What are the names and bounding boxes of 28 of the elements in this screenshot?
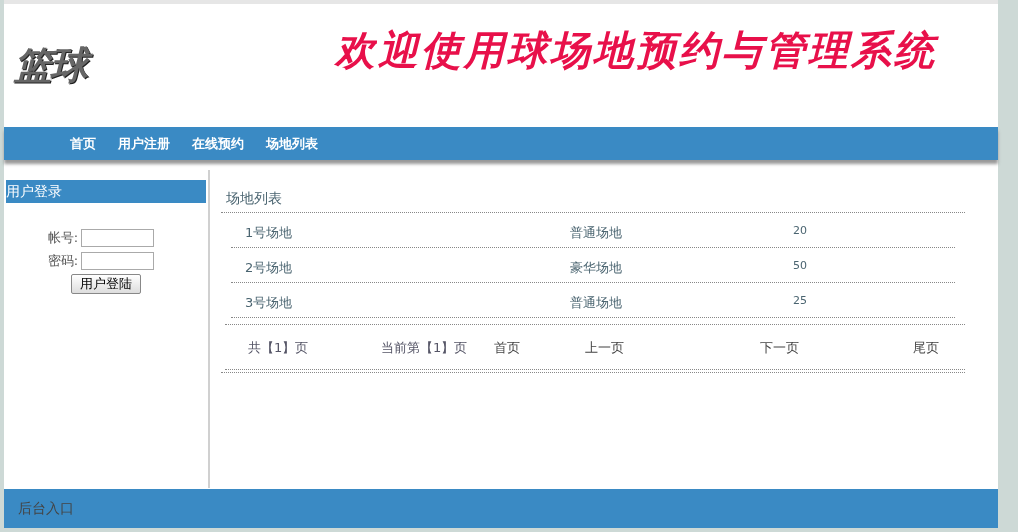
- venue-price: 50: [793, 259, 808, 274]
- venue-name: 1号场地: [245, 224, 294, 242]
- login-button[interactable]: 用户登陆: [71, 274, 141, 294]
- current-page: 当前第【1】页: [381, 339, 469, 357]
- input-field[interactable]: [81, 229, 155, 247]
- pager-link[interactable]: 下一页: [760, 339, 913, 357]
- nav-link[interactable]: 在线预约: [192, 134, 244, 153]
- input-field[interactable]: [81, 252, 155, 270]
- venue-price: 20: [793, 224, 808, 239]
- page-count: 共【1】页: [248, 339, 310, 357]
- venue-name: 2号场地: [245, 259, 294, 277]
- venue-type: 豪华场地: [570, 259, 623, 277]
- nav-link[interactable]: 场地列表: [266, 134, 318, 153]
- pager-link[interactable]: 首页: [494, 339, 585, 357]
- venue-type: 普通场地: [570, 224, 623, 242]
- field-label: 帐号:: [47, 229, 79, 247]
- pager-link[interactable]: 尾页: [913, 339, 965, 357]
- venue-price: 25: [793, 294, 808, 309]
- venue-type: 普通场地: [570, 294, 623, 312]
- pager-link[interactable]: 上一页: [585, 339, 760, 357]
- field-label: 密码:: [47, 252, 79, 270]
- nav-link[interactable]: 首页: [70, 134, 96, 153]
- section-title: 场地列表: [221, 180, 965, 213]
- logo: 篮球: [14, 40, 335, 91]
- banner-title: 欢迎使用球场地预约与管理系统: [335, 25, 937, 75]
- panel-title: 用户登录: [6, 180, 206, 203]
- nav-link[interactable]: 用户注册: [118, 134, 170, 153]
- venue-name: 3号场地: [245, 294, 294, 312]
